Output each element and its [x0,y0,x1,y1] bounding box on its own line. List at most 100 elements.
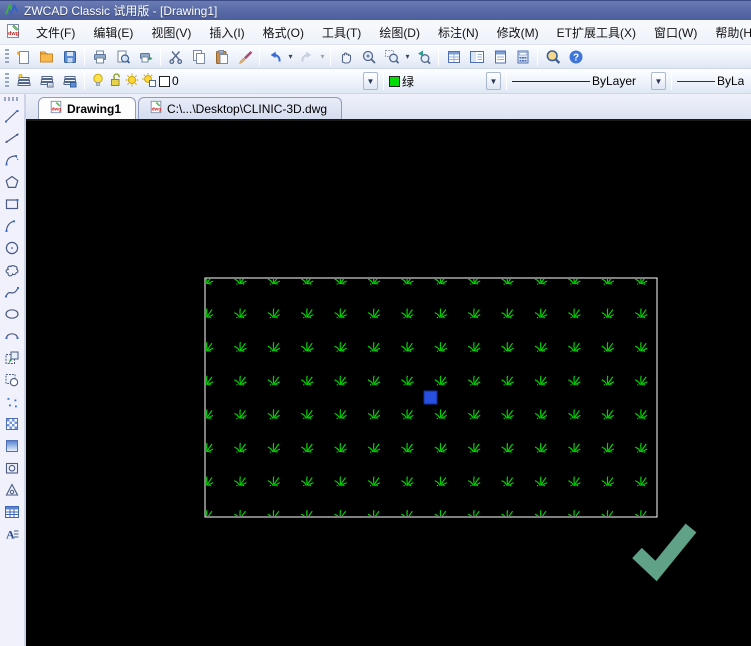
layer-states-button[interactable] [35,71,58,92]
make-block-tool-button[interactable] [2,370,22,390]
layer-manager-button[interactable] [12,71,35,92]
toolbar-grip[interactable] [5,48,9,65]
insert-block-tool-button[interactable] [2,348,22,368]
scissors-icon [168,50,182,64]
menu-item-工具T[interactable]: 工具(T) [313,21,370,44]
lineweight-combo[interactable]: ByLa [675,71,749,91]
region-tool-button[interactable] [2,458,22,478]
lock-open-icon[interactable] [107,72,123,91]
copy-button[interactable] [187,46,210,67]
tab-label: C:\...\Desktop\CLINIC-3D.dwg [167,101,328,116]
current-color-swatch [389,75,400,87]
document-tab-2[interactable]: dwg C:\...\Desktop\CLINIC-3D.dwg [138,97,343,119]
menu-item-文件F[interactable]: 文件(F) [27,21,84,44]
zwcad-window: ZWCAD Classic 试用版 - [Drawing1] dwg 文件(F)… [0,0,751,646]
tool-palettes-button[interactable] [488,46,511,67]
toolbar-grip[interactable] [5,73,9,89]
layer-combo-caret[interactable]: ▼ [363,72,378,90]
calculator-icon [517,50,528,63]
quickcalc-button[interactable] [511,46,534,67]
toolbar-separator [438,47,439,66]
color-combo-caret[interactable]: ▼ [486,72,501,90]
lineweight-value: ByLa [717,74,745,88]
spline-tool-button[interactable] [2,282,22,302]
gradient-tool-button[interactable] [2,436,22,456]
polyline-tool-button[interactable] [2,150,22,170]
layer-name-value: 0 [172,74,179,88]
designcenter-button[interactable] [465,46,488,67]
undo-button[interactable] [263,46,286,67]
construction-line-tool-button[interactable] [2,128,22,148]
find-button[interactable] [541,46,564,67]
help-button[interactable]: ? [564,46,587,67]
make-block-icon [5,374,19,387]
wipeout-icon [5,483,19,496]
zoom-window-button[interactable] [380,46,403,67]
print-preview-icon [117,50,130,64]
redo-button-dropdown[interactable]: ▾ [318,52,327,61]
color-combo[interactable]: 绿 ▼ [387,71,503,91]
save-button[interactable] [58,46,81,67]
menu-item-格式O[interactable]: 格式(O) [254,21,313,44]
hatch-tool-button[interactable] [2,414,22,434]
document-tab-1[interactable]: dwg Drawing1 [38,97,137,119]
layer-buttons [12,71,81,92]
layer-previous-button[interactable] [58,71,81,92]
selection-grip[interactable] [423,390,438,405]
zoom-realtime-button[interactable] [357,46,380,67]
arc-tool-button[interactable] [2,216,22,236]
polyline-icon [5,155,19,166]
match-properties-button[interactable] [233,46,256,67]
paste-button[interactable] [210,46,233,67]
rectangle-tool-button[interactable] [2,194,22,214]
open-button[interactable] [35,46,58,67]
circle-tool-button[interactable] [2,238,22,258]
print-preview-button[interactable] [111,46,134,67]
ellipse-arc-icon [5,333,19,339]
linetype-combo[interactable]: ByLayer ▼ [510,71,668,91]
zoom-window-button-dropdown[interactable]: ▾ [403,52,412,61]
linetype-combo-caret[interactable]: ▼ [651,72,666,90]
dwg-file-icon: dwg [49,100,63,117]
layer-combo[interactable]: 0 ▼ [88,71,380,91]
layer-color-swatch [159,75,170,87]
bulb-on-icon[interactable] [90,72,106,91]
menu-item-修改M[interactable]: 修改(M) [488,21,548,44]
ellipse-arc-tool-button[interactable] [2,326,22,346]
polygon-tool-button[interactable] [2,172,22,192]
revision-cloud-tool-button[interactable] [2,260,22,280]
menu-item-视图V[interactable]: 视图(V) [142,21,200,44]
redo-button[interactable] [295,46,318,67]
properties-palette-button[interactable] [442,46,465,67]
cut-button[interactable] [164,46,187,67]
zoom-previous-button[interactable] [412,46,435,67]
dwg-file-icon: dwg [149,100,163,117]
line-tool-button[interactable] [2,106,22,126]
pan-button[interactable] [334,46,357,67]
menu-item-编辑E[interactable]: 编辑(E) [84,21,142,44]
undo-button-dropdown[interactable]: ▾ [286,52,295,61]
menu-item-绘图D[interactable]: 绘图(D) [370,21,429,44]
point-tool-button[interactable] [2,392,22,412]
new-button[interactable] [12,46,35,67]
publish-button[interactable] [134,46,157,67]
sun-icon[interactable] [124,72,140,91]
toolbar-grip[interactable] [4,97,20,101]
region-icon [5,462,19,474]
dwg-file-icon[interactable]: dwg [5,23,21,42]
menu-item-帮助H[interactable]: 帮助(H) [706,21,751,44]
menu-item-插入I[interactable]: 插入(I) [200,21,253,44]
drawing-canvas[interactable] [26,121,751,646]
circle-icon [5,241,19,255]
ellipse-tool-button[interactable] [2,304,22,324]
mtext-tool-button[interactable]: A [2,524,22,544]
print-button[interactable] [88,46,111,67]
menu-item-ET扩展工具X[interactable]: ET扩展工具(X) [548,21,645,44]
sun-viewport-icon[interactable] [141,72,157,91]
wipeout-tool-button[interactable] [2,480,22,500]
polygon-icon [5,175,19,188]
menu-item-窗口W[interactable]: 窗口(W) [645,21,706,44]
menu-bar: dwg 文件(F) 编辑(E) 视图(V) 插入(I) 格式(O) 工具(T) 绘图(D) 标… [0,20,751,45]
table-tool-button[interactable] [2,502,22,522]
menu-item-标注N[interactable]: 标注(N) [429,21,488,44]
